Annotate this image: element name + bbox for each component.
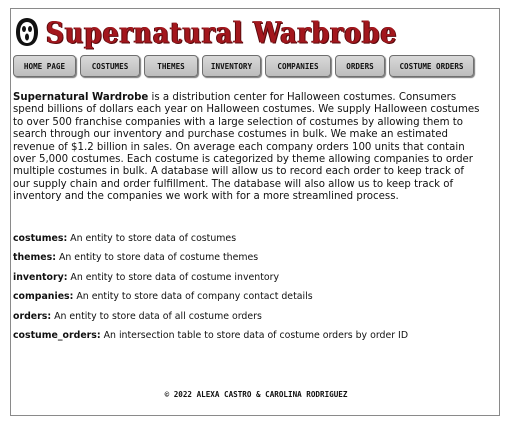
entity-name: costume_orders: xyxy=(13,329,101,341)
site-title: Supernatural Warbrobe xyxy=(46,15,398,49)
nav-inventory[interactable]: Inventory xyxy=(202,55,261,77)
entity-item: themes: An entity to store data of costu… xyxy=(13,252,483,264)
entity-item: inventory: An entity to store data of co… xyxy=(13,272,483,284)
nav-costume-orders[interactable]: Costume Orders xyxy=(389,55,474,77)
entity-description: An entity to store data of costume theme… xyxy=(55,252,259,264)
nav-orders[interactable]: Orders xyxy=(335,55,385,77)
entity-name: costumes: xyxy=(13,233,68,244)
entity-list: costumes: An entity to store data of cos… xyxy=(13,233,483,349)
entity-description: An entity to store data of company conta… xyxy=(73,291,313,303)
intro-paragraph: Supernatural Wardrobe is a distribution … xyxy=(13,92,483,204)
main-nav: Home Page Costumes Themes Inventory Comp… xyxy=(13,55,477,77)
nav-costumes[interactable]: Costumes xyxy=(80,55,140,77)
entity-description: An intersection table to store data of c… xyxy=(100,329,409,341)
nav-themes[interactable]: Themes xyxy=(144,55,198,77)
footer-copyright: © 2022 Alexa Castro & Carolina Rodriguez xyxy=(164,390,348,399)
entity-description: An entity to store data of all costume o… xyxy=(51,310,262,322)
entity-description: An entity to store data of costume inven… xyxy=(67,271,280,283)
nav-companies[interactable]: Companies xyxy=(265,55,331,77)
nav-home-page[interactable]: Home Page xyxy=(13,55,76,77)
brand-name: Supernatural Wardrobe xyxy=(13,92,149,103)
intro-text: is a distribution center for Halloween c… xyxy=(13,92,480,203)
site-header: Supernatural Warbrobe xyxy=(14,12,397,52)
entity-item: companies: An entity to store data of co… xyxy=(13,291,483,303)
entity-item: costume_orders: An intersection table to… xyxy=(13,330,483,342)
entity-name: themes: xyxy=(13,252,56,264)
entity-name: companies: xyxy=(13,291,74,303)
entity-description: An entity to store data of costumes xyxy=(67,233,237,244)
entity-item: costumes: An entity to store data of cos… xyxy=(13,233,483,245)
entity-name: inventory: xyxy=(13,271,68,283)
entity-item: orders: An entity to store data of all c… xyxy=(13,311,483,323)
ghostface-mask-icon xyxy=(16,18,38,46)
entity-name: orders: xyxy=(13,310,52,322)
